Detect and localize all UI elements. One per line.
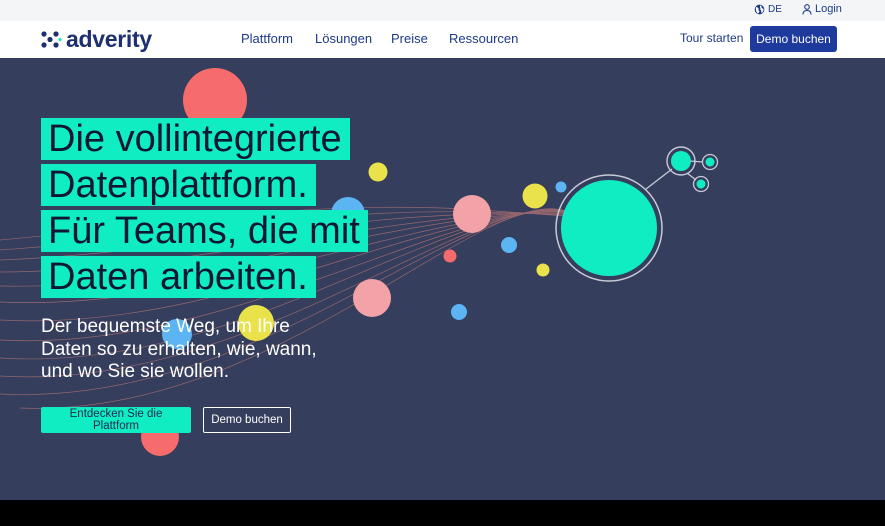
decor-circle-blue xyxy=(451,304,467,320)
hero-section: Die vollintegrierte Datenplattform. Für … xyxy=(0,58,885,500)
login-label: Login xyxy=(815,3,842,15)
subline-line: und wo Sie sie wollen. xyxy=(41,361,229,382)
hub-circle xyxy=(561,180,657,276)
demo-button-hero[interactable]: Demo buchen xyxy=(203,407,291,433)
node-circle xyxy=(705,157,715,167)
nav-item-ressourcen[interactable]: Ressourcen xyxy=(449,31,518,46)
decor-circle-blue xyxy=(501,237,517,253)
nav-item-preise[interactable]: Preise xyxy=(391,31,428,46)
hero-headline: Die vollintegrierte Datenplattform. Für … xyxy=(41,118,368,302)
decor-circle-yellow xyxy=(368,162,388,182)
headline-line: Datenplattform. xyxy=(41,164,316,206)
login-link[interactable]: Login xyxy=(802,3,842,15)
language-switch[interactable]: DE xyxy=(754,4,782,15)
hero-subline: Der bequemste Weg, um Ihre Daten so zu e… xyxy=(41,316,341,384)
headline-line: Daten arbeiten. xyxy=(41,256,316,298)
logo-text: adverity xyxy=(66,26,152,52)
logo[interactable]: adverity xyxy=(40,26,152,53)
user-icon xyxy=(802,3,812,15)
decor-circle-red-small xyxy=(443,249,457,263)
language-label: DE xyxy=(768,4,782,15)
node-circle xyxy=(671,151,691,171)
headline-line: Die vollintegrierte xyxy=(41,118,350,160)
tour-link[interactable]: Tour starten xyxy=(680,31,743,45)
decor-circle-pink xyxy=(453,195,491,233)
decor-circle-blue-small xyxy=(555,181,567,193)
nav-item-plattform[interactable]: Plattform xyxy=(241,31,293,46)
globe-icon xyxy=(754,4,765,15)
subline-line: Daten so zu erhalten, wie, wann, xyxy=(41,338,317,360)
headline-line: Für Teams, die mit xyxy=(41,210,368,252)
main-navigation: adverity Plattform Lösungen Preise Resso… xyxy=(0,21,885,58)
subline-line: Der bequemste Weg, um Ihre xyxy=(41,316,290,337)
decor-circle-yellow xyxy=(522,183,548,209)
nav-item-loesungen[interactable]: Lösungen xyxy=(315,31,372,46)
decor-circle-yellow-small xyxy=(536,263,550,277)
demo-button-header[interactable]: Demo buchen xyxy=(750,26,837,52)
adverity-mark-icon xyxy=(41,30,62,48)
explore-platform-button[interactable]: Entdecken Sie die Plattform xyxy=(41,407,191,433)
utility-bar: DE Login xyxy=(0,0,885,21)
node-circle xyxy=(696,179,706,189)
